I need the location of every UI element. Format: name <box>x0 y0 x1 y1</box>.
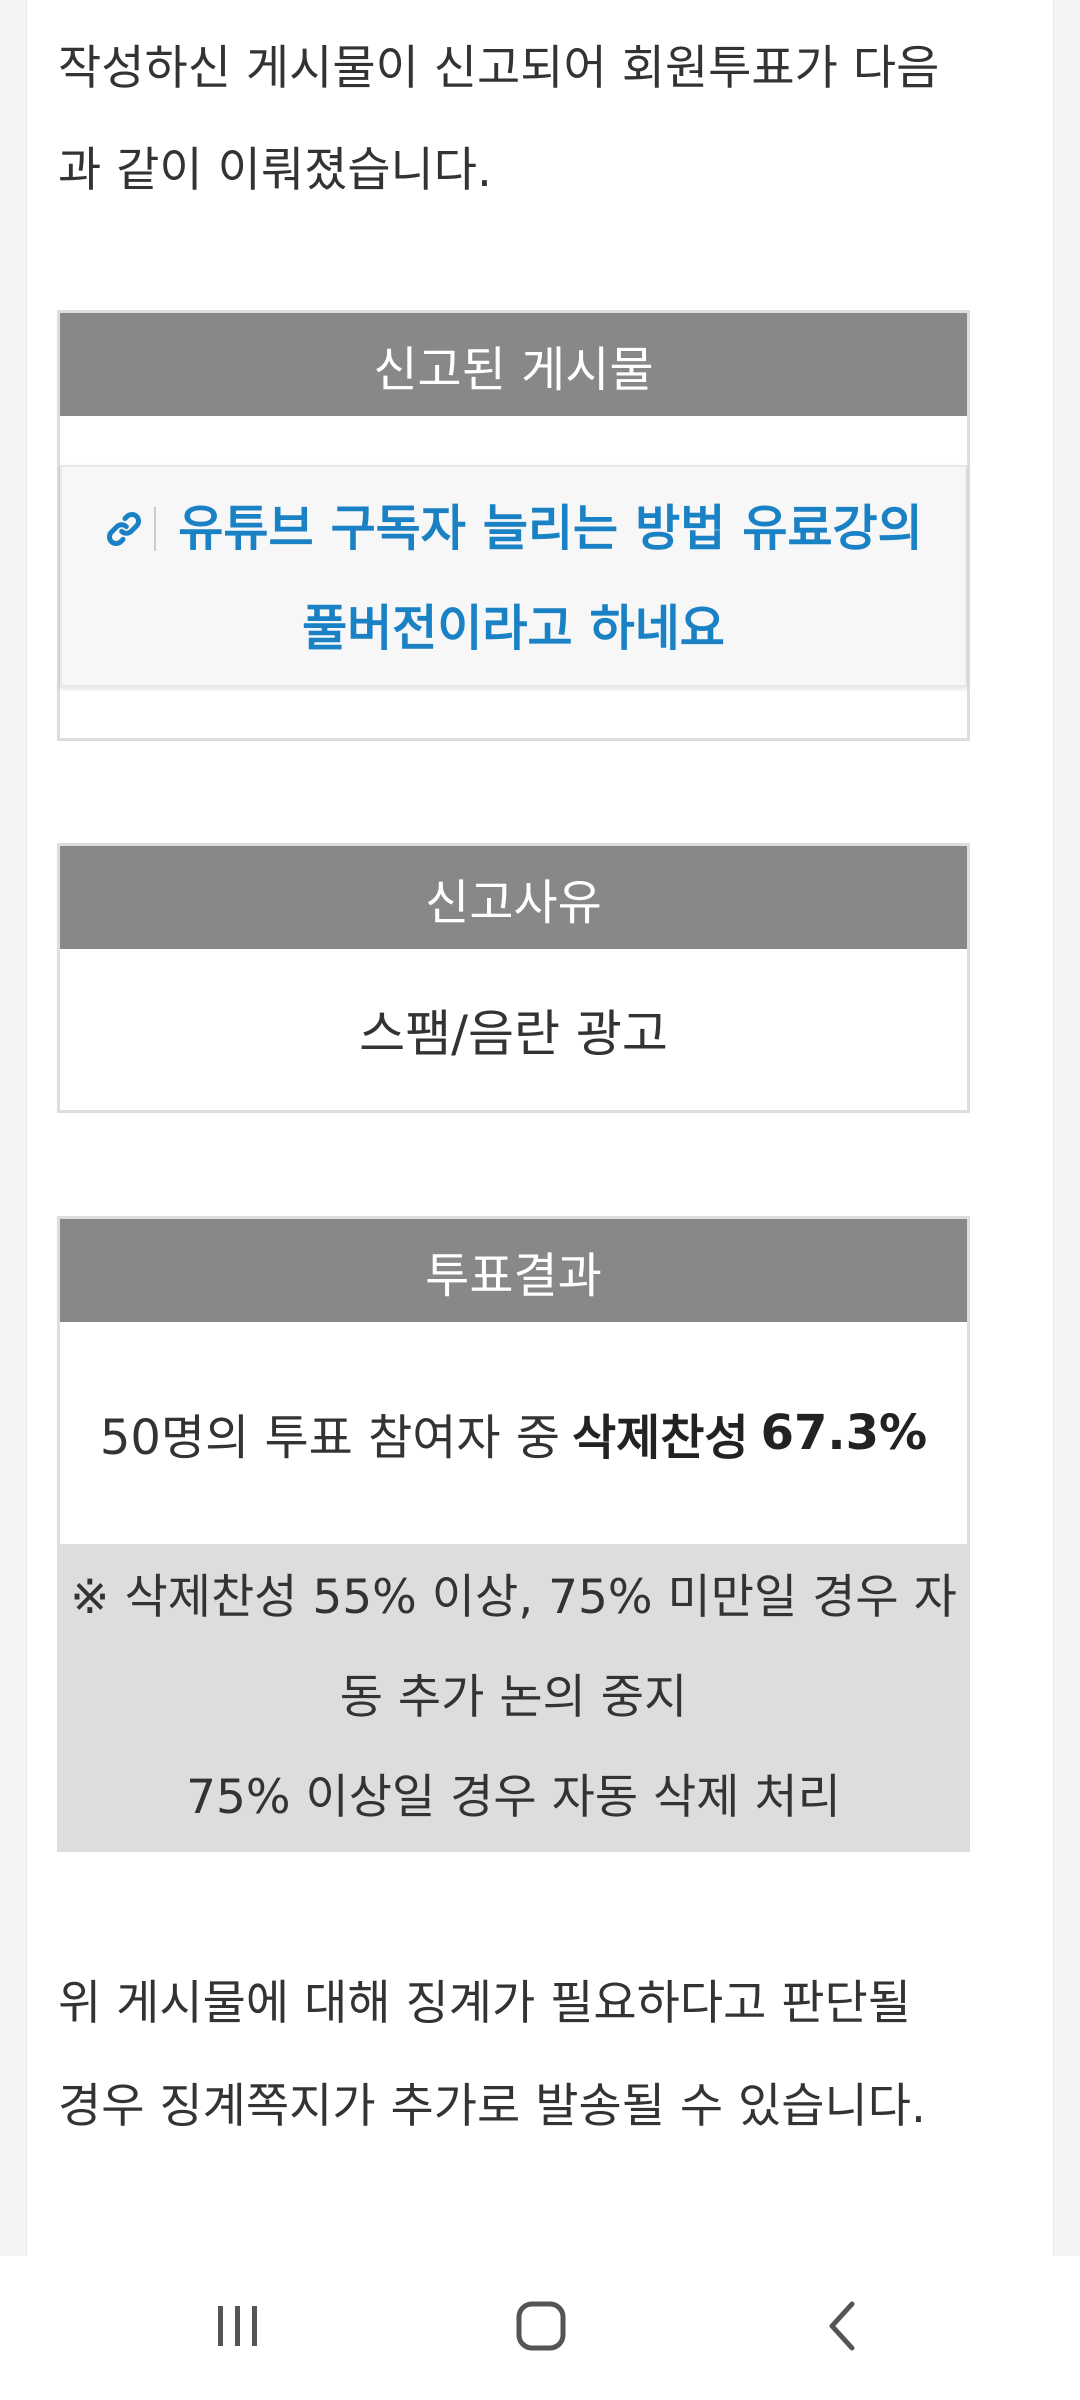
outro-text: 위 게시물에 대해 징계가 필요하다고 판단될 경우 징계쪽지가 추가로 발송될… <box>58 1952 1008 2158</box>
report-reason-value: 스팸/음란 광고 <box>359 1004 668 1063</box>
reported-post-link[interactable]: 유튜브 구독자 늘리는 방법 유료강의 풀버전이라고 하네요 <box>60 465 967 687</box>
reported-post-title-line-1[interactable]: 유튜브 구독자 늘리는 방법 유료강의 <box>62 479 965 579</box>
vote-result-header: 투표결과 <box>60 1219 967 1322</box>
outro-line-2: 경우 징계쪽지가 추가로 발송될 수 있습니다. <box>58 2079 926 2134</box>
intro-line-2: 과 같이 이뤄졌습니다. <box>58 143 492 198</box>
system-navigation-bar <box>0 2256 1080 2400</box>
reported-post-title-line-2[interactable]: 풀버전이라고 하네요 <box>62 579 965 679</box>
vote-note-line-1: ※ 삭제찬성 55% 이상, 75% 미만일 경우 자 <box>70 1570 957 1625</box>
vote-note-line-2: 동 추가 논의 중지 <box>339 1670 688 1725</box>
vote-summary-prefix: 50명의 투표 참여자 중 <box>99 1410 560 1466</box>
intro-text: 작성하신 게시물이 신고되어 회원투표가 다음 과 같이 이뤄졌습니다. <box>58 18 1008 222</box>
home-button[interactable] <box>496 2288 586 2368</box>
recent-apps-button[interactable] <box>193 2288 283 2368</box>
vote-result-summary: 50명의 투표 참여자 중 삭제찬성 67.3% <box>60 1322 967 1544</box>
reported-post-title-text-1[interactable]: 유튜브 구독자 늘리는 방법 유료강의 <box>178 500 922 557</box>
link-icon <box>104 483 144 546</box>
vote-summary-label: 삭제찬성 <box>571 1410 749 1466</box>
back-icon <box>824 2300 860 2356</box>
recent-apps-icon <box>214 2304 262 2352</box>
vote-summary-value: 67.3% <box>760 1405 928 1461</box>
back-button[interactable] <box>797 2288 887 2368</box>
report-reason-header: 신고사유 <box>60 846 967 949</box>
report-reason-box: 신고사유 스팸/음란 광고 <box>57 843 970 1113</box>
outro-line-1: 위 게시물에 대해 징계가 필요하다고 판단될 <box>58 1976 912 2031</box>
vote-note-line-3: 75% 이상일 경우 자동 삭제 처리 <box>186 1770 841 1825</box>
intro-line-1: 작성하신 게시물이 신고되어 회원투표가 다음 <box>58 41 940 96</box>
vote-result-box: 투표결과 50명의 투표 참여자 중 삭제찬성 67.3% ※ 삭제찬성 55%… <box>57 1216 970 1852</box>
reported-post-box: 신고된 게시물 유튜브 구독자 늘리는 방법 유료강의 풀버전이라고 하네요 <box>57 310 970 741</box>
link-separator <box>154 507 157 551</box>
reported-post-header: 신고된 게시물 <box>60 313 967 416</box>
vote-rule-note: ※ 삭제찬성 55% 이상, 75% 미만일 경우 자 동 추가 논의 중지 7… <box>60 1544 967 1852</box>
home-icon <box>515 2300 567 2356</box>
